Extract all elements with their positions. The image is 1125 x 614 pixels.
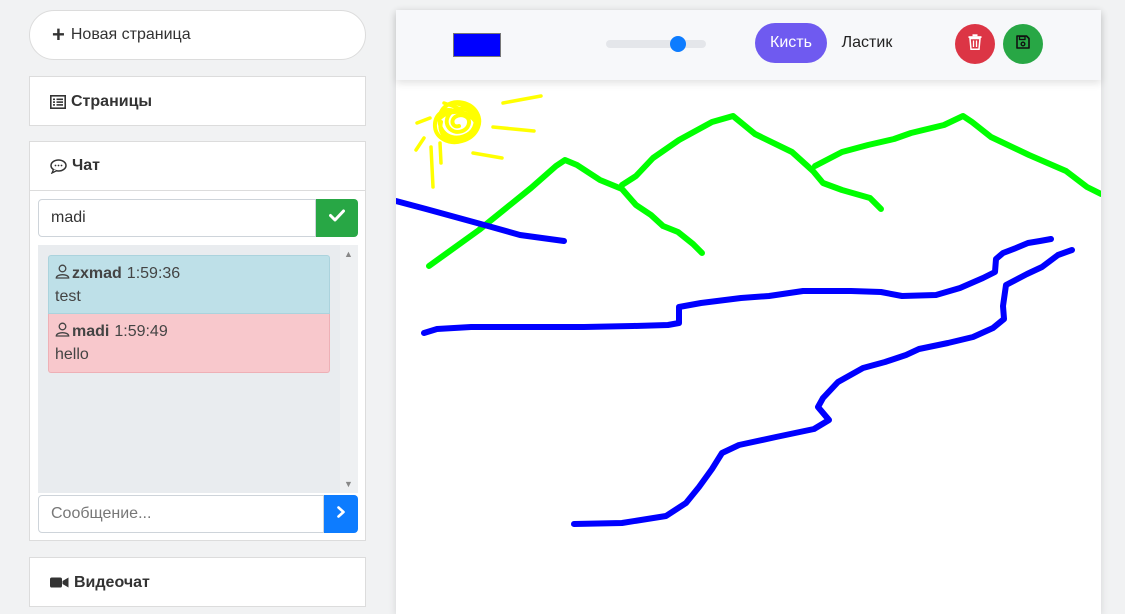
pages-header[interactable]: Страницы bbox=[30, 77, 365, 126]
chat-panel: Чат zxmad 1:59:36 test bbox=[29, 141, 366, 541]
scroll-down-icon[interactable]: ▼ bbox=[344, 479, 353, 489]
save-drawing-button[interactable] bbox=[1003, 24, 1043, 64]
video-camera-icon bbox=[50, 576, 69, 589]
pages-panel: Страницы bbox=[29, 76, 366, 126]
slider-handle[interactable] bbox=[669, 36, 686, 52]
comment-icon bbox=[50, 158, 67, 174]
message-input[interactable] bbox=[38, 495, 324, 533]
chat-header[interactable]: Чат bbox=[30, 142, 365, 191]
drawing-canvas[interactable] bbox=[396, 80, 1101, 614]
plus-icon: + bbox=[52, 22, 65, 47]
list-icon bbox=[50, 94, 66, 109]
videochat-panel: Видеочат bbox=[29, 557, 366, 607]
videochat-header[interactable]: Видеочат bbox=[30, 558, 365, 607]
message-compose-row bbox=[38, 495, 358, 533]
send-message-button[interactable] bbox=[324, 495, 358, 533]
chat-title: Чат bbox=[72, 157, 100, 174]
trash-icon bbox=[968, 33, 982, 55]
messages-scrollbar[interactable]: ▲ ▼ bbox=[340, 245, 358, 493]
drawing-board: Кисть Ластик bbox=[396, 10, 1101, 614]
sun-drawing bbox=[414, 94, 543, 189]
message-item: zxmad 1:59:36 test bbox=[48, 255, 330, 314]
message-user: madi bbox=[72, 323, 110, 340]
user-icon bbox=[55, 264, 70, 284]
brush-size-slider[interactable] bbox=[606, 36, 706, 52]
videochat-title: Видеочат bbox=[74, 573, 150, 591]
drawing-toolbar: Кисть Ластик bbox=[396, 10, 1101, 80]
mountains-drawing bbox=[426, 113, 1101, 269]
username-input[interactable] bbox=[38, 199, 316, 237]
river-drawing bbox=[396, 198, 1075, 527]
chevron-right-icon bbox=[336, 505, 346, 523]
confirm-username-button[interactable] bbox=[316, 199, 358, 237]
brush-button[interactable]: Кисть bbox=[755, 23, 827, 63]
new-page-label: Новая страница bbox=[70, 26, 191, 43]
message-text: test bbox=[55, 288, 81, 305]
check-icon bbox=[329, 209, 345, 227]
message-list: zxmad 1:59:36 test madi 1:59:49 hello bbox=[48, 255, 330, 373]
brush-color-picker[interactable] bbox=[453, 33, 501, 57]
message-user: zxmad bbox=[72, 265, 122, 282]
user-icon bbox=[55, 322, 70, 342]
clear-canvas-button[interactable] bbox=[955, 24, 995, 64]
pages-title: Страницы bbox=[71, 92, 153, 110]
eraser-button[interactable]: Ластик bbox=[832, 23, 902, 63]
messages-area[interactable]: zxmad 1:59:36 test madi 1:59:49 hello ▲ … bbox=[38, 245, 358, 493]
message-text: hello bbox=[55, 346, 89, 363]
username-row bbox=[38, 199, 358, 237]
scroll-up-icon[interactable]: ▲ bbox=[344, 249, 353, 259]
message-item: madi 1:59:49 hello bbox=[48, 314, 330, 373]
message-time: 1:59:36 bbox=[126, 265, 181, 282]
new-page-button[interactable]: + Новая страница bbox=[29, 10, 366, 60]
save-icon bbox=[1016, 34, 1030, 54]
message-time: 1:59:49 bbox=[114, 323, 168, 340]
